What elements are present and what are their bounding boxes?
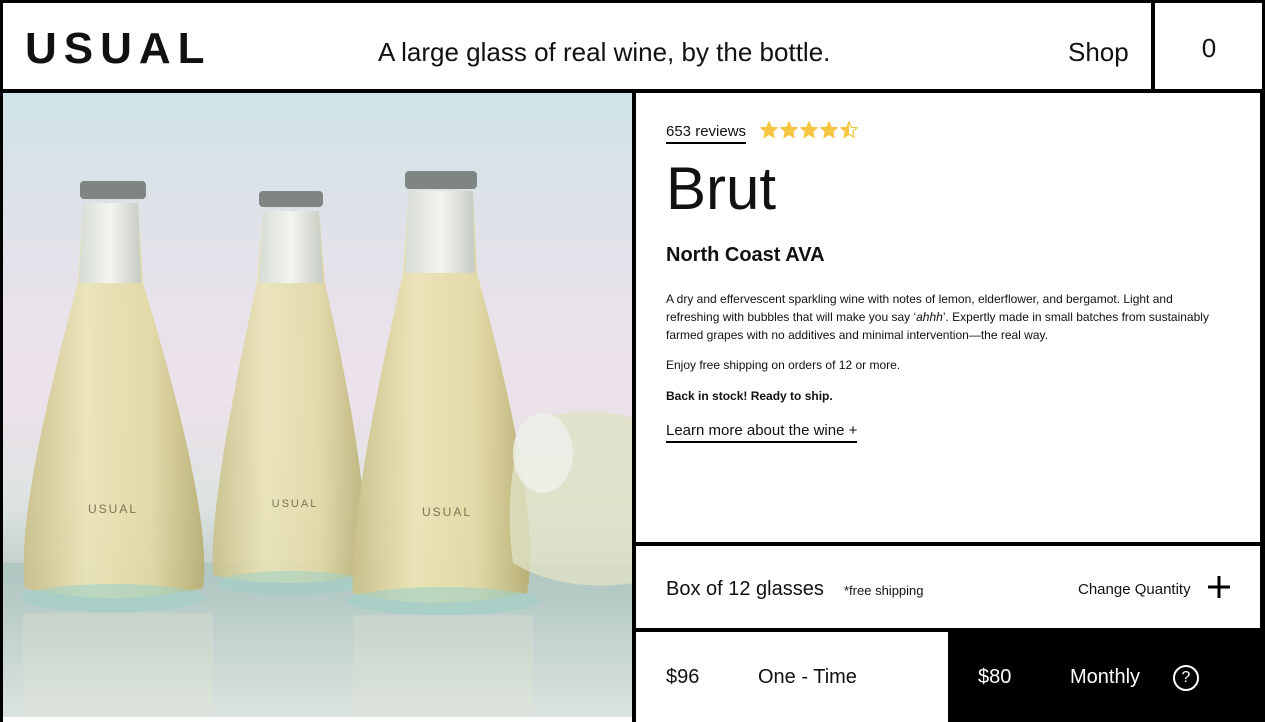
plus-icon[interactable] <box>1208 576 1230 598</box>
product-title: Brut <box>666 155 777 222</box>
rating-stars[interactable] <box>760 121 858 139</box>
free-shipping-note: *free shipping <box>844 583 924 598</box>
product-image: USUAL USUAL USUAL <box>3 93 634 717</box>
bottle-left: USUAL <box>21 181 205 612</box>
svg-text:USUAL: USUAL <box>422 505 472 519</box>
header-tagline: A large glass of real wine, by the bottl… <box>378 37 831 67</box>
right-border <box>1260 93 1265 722</box>
svg-text:USUAL: USUAL <box>88 502 138 516</box>
one-time-purchase-option[interactable]: $96 One - Time <box>636 632 948 722</box>
usual-logo[interactable]: USUAL <box>25 25 212 73</box>
bottle-right: USUAL <box>347 171 539 615</box>
bottle-tipped <box>509 411 634 586</box>
cart-button[interactable]: 0 <box>1155 3 1263 93</box>
bottle-middle: USUAL <box>212 191 366 595</box>
svg-text:USUAL: USUAL <box>272 498 319 510</box>
monthly-subscription-option[interactable]: $80 Monthly ? <box>948 632 1265 722</box>
shop-link[interactable]: Shop <box>1068 35 1129 69</box>
quantity-row: Box of 12 glasses *free shipping Change … <box>636 546 1262 630</box>
product-info: 653 reviews Brut North Coast AVA A dry a… <box>636 93 1262 544</box>
star-icon <box>780 121 798 139</box>
description-emphasis: ahhh <box>916 310 943 324</box>
bottles-photo: USUAL USUAL USUAL <box>3 171 634 717</box>
help-icon[interactable]: ? <box>1173 665 1199 691</box>
change-quantity-button[interactable]: Change Quantity <box>1078 580 1191 600</box>
stock-status: Back in stock! Ready to ship. <box>666 389 833 403</box>
product-region: North Coast AVA <box>666 244 825 266</box>
monthly-price: $80 <box>978 666 1012 688</box>
shipping-note: Enjoy free shipping on orders of 12 or m… <box>666 358 901 372</box>
star-icon <box>760 121 778 139</box>
star-icon <box>800 121 818 139</box>
star-icon <box>820 121 838 139</box>
monthly-label: Monthly <box>1070 666 1141 688</box>
star-icon <box>840 121 858 139</box>
one-time-label: One - Time <box>758 666 857 688</box>
product-description: A dry and effervescent sparkling wine wi… <box>666 290 1226 344</box>
site-header: USUAL A large glass of real wine, by the… <box>0 0 1265 93</box>
one-time-price: $96 <box>666 666 700 688</box>
reviews-link[interactable]: 653 reviews <box>666 122 747 144</box>
learn-more-link[interactable]: Learn more about the wine + <box>666 421 858 443</box>
quantity-label: Box of 12 glasses <box>666 578 824 600</box>
